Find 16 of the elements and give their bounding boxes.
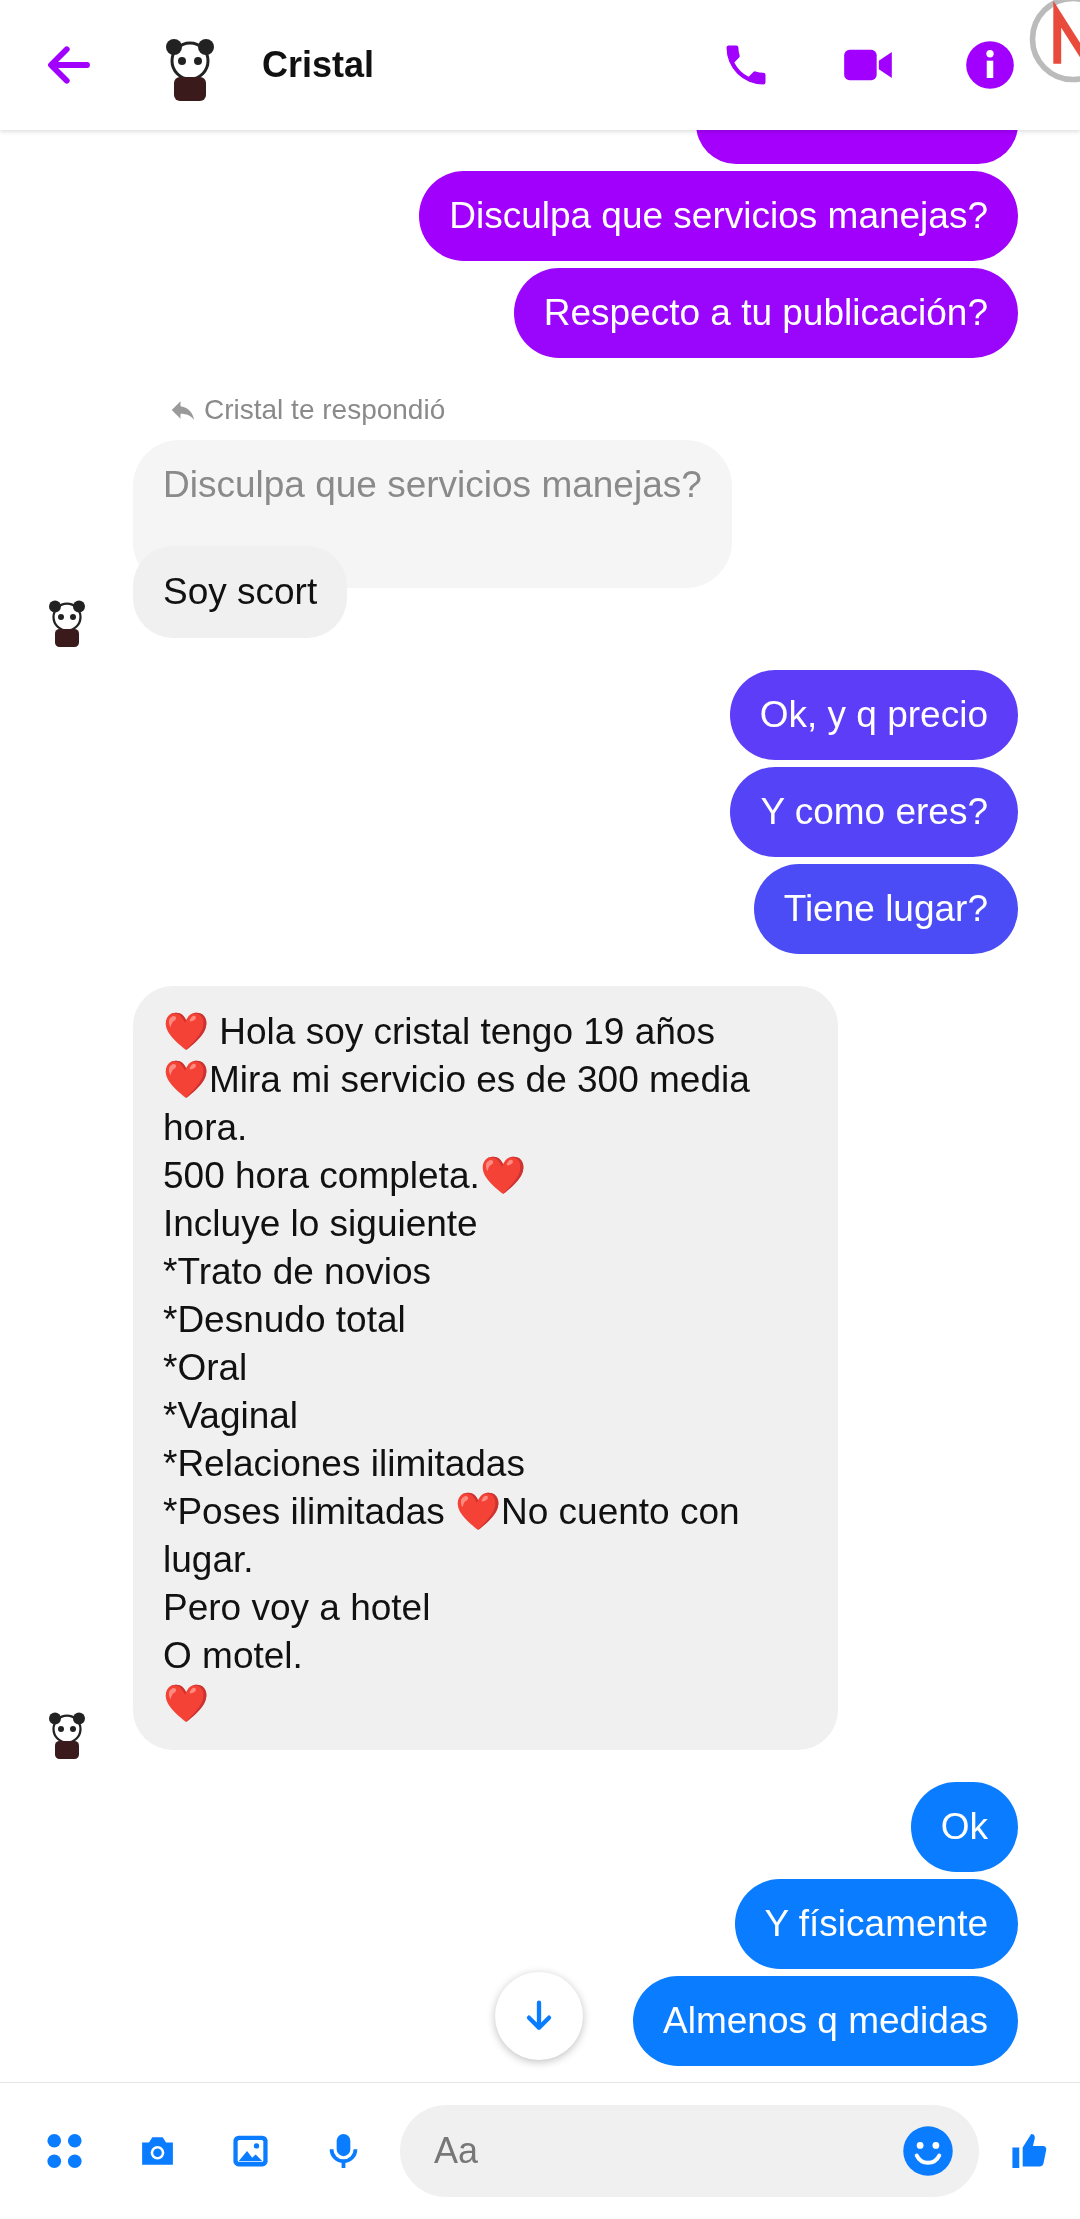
- reply-note: Cristal te respondió: [204, 394, 446, 426]
- info-icon[interactable]: [964, 39, 1016, 91]
- sent-message: Y físicamente: [734, 1879, 1018, 1969]
- sent-message: Ok, y q precio: [729, 670, 1018, 760]
- sent-message: Almenos q medidas: [633, 1976, 1018, 2066]
- contact-name[interactable]: Cristal: [262, 44, 375, 86]
- sent-message: Ok: [910, 1782, 1018, 1872]
- sent-message: Disculpa que servicios manejas?: [419, 171, 1018, 261]
- message-input-field[interactable]: Aa: [400, 2105, 979, 2197]
- sent-message: Tiene lugar?: [753, 864, 1018, 954]
- received-message: ❤ Hola soy cristal tengo 19 años ❤Mira mi servicio es de 300 media hora. 500 hora completa.❤ Incluye lo siguiente *Trato de novios *Desnudo total *Oral *Vaginal *Relaciones ilimitadas *Poses ilimitadas ❤No cuento con lugar. Pero voy a hotel O motel. ❤: [133, 986, 838, 1750]
- scroll-down-button[interactable]: [495, 1972, 583, 2060]
- sent-message: Y como eres?: [730, 767, 1018, 857]
- emoji-icon[interactable]: [901, 2124, 955, 2178]
- sent-message: Respecto a tu publicación?: [513, 268, 1018, 358]
- text-input[interactable]: Aa: [432, 2129, 901, 2173]
